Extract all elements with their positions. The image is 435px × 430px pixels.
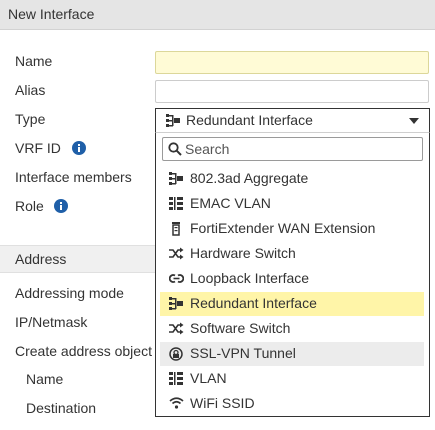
extender-icon [172, 222, 180, 236]
chevron-down-icon [409, 118, 419, 124]
dropdown-search[interactable] [162, 137, 423, 161]
option-802-3ad-aggregate[interactable]: 802.3ad Aggregate [160, 167, 424, 191]
option-label: WiFi SSID [190, 395, 255, 411]
interface-members-label: Interface members [15, 169, 132, 185]
create-address-object-label: Create address object [15, 343, 152, 359]
alias-input[interactable] [155, 80, 429, 103]
wifi-icon [169, 397, 184, 409]
option-emac-vlan[interactable]: EMAC VLAN [160, 192, 424, 216]
option-ssl-vpn-tunnel[interactable]: SSL-VPN Tunnel [160, 342, 424, 366]
vrf-id-label: VRF ID [15, 140, 61, 156]
addressing-mode-label: Addressing mode [15, 285, 124, 301]
vrf-info-icon[interactable] [72, 141, 86, 155]
switch-icon [169, 322, 184, 335]
redundant-icon [169, 297, 183, 310]
search-icon [168, 142, 182, 156]
name-label: Name [15, 53, 53, 69]
type-select[interactable]: Redundant Interface [155, 108, 430, 132]
option-label: Loopback Interface [190, 270, 310, 286]
destination-label: Destination [26, 400, 97, 416]
option-wifi-ssid[interactable]: WiFi SSID [160, 392, 424, 416]
aggregate-icon [169, 172, 183, 185]
option-label: FortiExtender WAN Extension [190, 220, 376, 236]
search-input[interactable] [185, 140, 415, 158]
type-dropdown-list: 802.3ad Aggregate EMAC VLAN FortiExtende… [155, 132, 430, 417]
ip-netmask-label: IP/Netmask [15, 314, 88, 330]
option-loopback-interface[interactable]: Loopback Interface [160, 267, 424, 291]
address-section-title: Address [15, 251, 67, 267]
option-label: 802.3ad Aggregate [190, 170, 309, 186]
option-label: Software Switch [190, 320, 291, 336]
option-redundant-interface[interactable]: Redundant Interface [160, 292, 424, 316]
dialog-title: New Interface [8, 6, 95, 22]
type-select-value: Redundant Interface [186, 112, 313, 128]
emac-vlan-icon [169, 197, 183, 210]
type-label: Type [15, 111, 46, 127]
switch-icon [169, 247, 184, 260]
option-software-switch[interactable]: Software Switch [160, 317, 424, 341]
redundant-icon [166, 114, 180, 127]
option-label: Hardware Switch [190, 245, 296, 261]
loopback-icon [169, 274, 184, 283]
option-hardware-switch[interactable]: Hardware Switch [160, 242, 424, 266]
option-label: Redundant Interface [190, 295, 317, 311]
option-label: EMAC VLAN [190, 195, 271, 211]
option-label: SSL-VPN Tunnel [190, 345, 296, 361]
role-info-icon[interactable] [54, 199, 68, 213]
role-label: Role [15, 198, 44, 214]
option-vlan[interactable]: VLAN [160, 367, 424, 391]
option-fortiextender-wan[interactable]: FortiExtender WAN Extension [160, 217, 424, 241]
option-label: VLAN [190, 370, 227, 386]
alias-label: Alias [15, 82, 46, 98]
vpn-icon [169, 347, 183, 361]
name-input[interactable] [155, 51, 429, 74]
address-name-label: Name [26, 371, 64, 387]
dialog-header: New Interface [0, 0, 435, 30]
vlan-icon [169, 372, 183, 385]
